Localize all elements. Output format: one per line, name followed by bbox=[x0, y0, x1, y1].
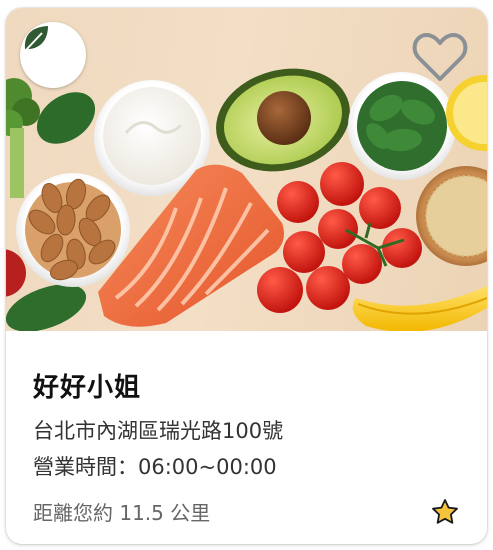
star-icon bbox=[432, 499, 458, 524]
logo-badge bbox=[20, 22, 86, 88]
leaf-icon bbox=[24, 26, 48, 51]
restaurant-address: 台北市內湖區瑞光路100號 bbox=[33, 419, 284, 443]
restaurant-card[interactable]: 好好小姐 台北市內湖區瑞光路100號 營業時間：06:00~00:00 距離您約… bbox=[6, 8, 487, 544]
rating-star-button[interactable] bbox=[431, 498, 459, 526]
heart-outline-icon bbox=[412, 33, 468, 81]
favorite-button[interactable] bbox=[412, 32, 468, 84]
distance-text: 距離您約 11.5 公里 bbox=[33, 501, 211, 525]
food-photo bbox=[6, 8, 487, 331]
restaurant-info: 好好小姐 台北市內湖區瑞光路100號 營業時間：06:00~00:00 距離您約… bbox=[6, 331, 487, 544]
opening-hours: 營業時間：06:00~00:00 bbox=[33, 455, 277, 479]
restaurant-name: 好好小姐 bbox=[33, 373, 142, 403]
